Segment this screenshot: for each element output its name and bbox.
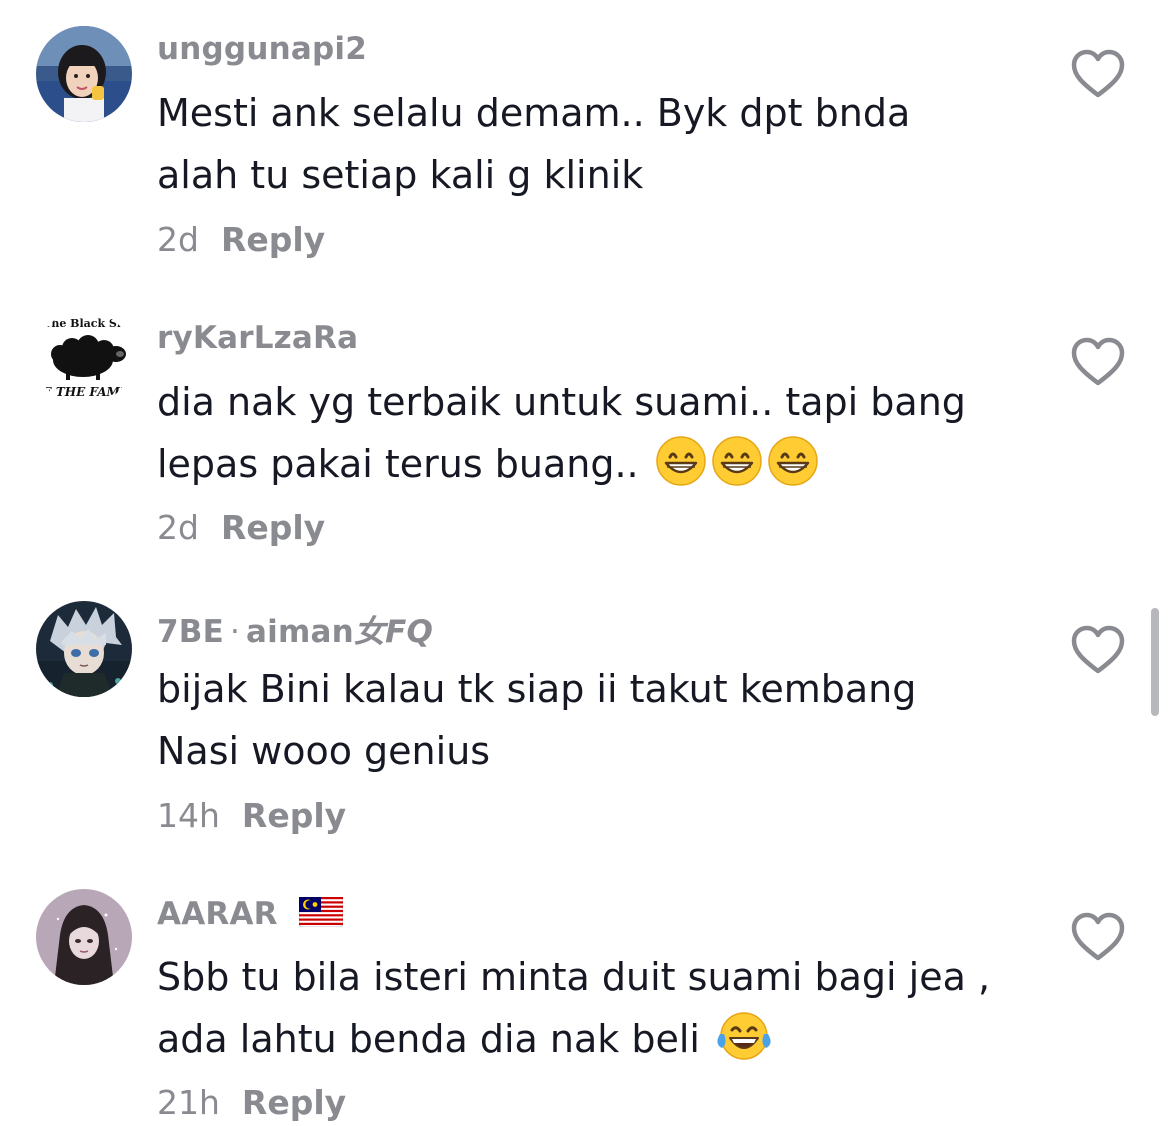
reply-button[interactable]: Reply <box>221 508 325 547</box>
reply-button[interactable]: Reply <box>221 220 325 259</box>
grinning-face-emoji-icon <box>767 435 819 505</box>
heart-outline-icon <box>1071 49 1125 98</box>
username-separator: · <box>229 614 241 650</box>
comment-text-line: dia nak yg terbaik untuk suami.. tapi ba… <box>157 380 966 424</box>
reply-button[interactable]: Reply <box>242 796 346 835</box>
comment-time: 14h <box>157 796 220 835</box>
comment-text: Mesti ank selalu demam.. Byk dpt bnda al… <box>157 82 1037 206</box>
comments-page: unggunapi2 Mesti ank selalu demam.. Byk … <box>0 0 1170 1126</box>
comment-meta: 2d Reply <box>157 220 325 259</box>
comment-text-line-with-emoji: lepas pakai terus buang.. <box>157 433 1037 505</box>
username: AARAR <box>157 896 344 935</box>
malaysia-flag-icon <box>298 896 344 935</box>
username-name[interactable]: AARAR <box>157 896 278 932</box>
avatar[interactable] <box>36 889 132 985</box>
comment-text-line: Sbb tu bila isteri minta duit suami bagi… <box>157 955 991 999</box>
comment-time: 21h <box>157 1083 220 1122</box>
comment-time: 2d <box>157 508 199 547</box>
like-button[interactable] <box>1070 48 1126 100</box>
username-nickname-part: aiman <box>246 614 354 650</box>
black-sheep-logo-avatar-icon: The Black Sh E THE FAMI <box>36 310 132 406</box>
comment-time: 2d <box>157 220 199 259</box>
like-button[interactable] <box>1070 911 1126 963</box>
comment-text-line-with-emoji: ada lahtu benda dia nak beli <box>157 1008 1037 1080</box>
avatar[interactable]: The Black Sh E THE FAMI <box>36 310 132 406</box>
username-nickname-part: 女FQ <box>353 614 434 650</box>
comment-text: Sbb tu bila isteri minta duit suami bagi… <box>157 946 1037 1080</box>
comment-meta: 2d Reply <box>157 508 325 547</box>
avatar[interactable] <box>36 26 132 122</box>
anime-character-avatar-icon <box>36 601 132 697</box>
avatar-logo-text-bottom: E THE FAMI <box>42 385 126 399</box>
comment-text: bijak Bini kalau tk siap ii takut kemban… <box>157 658 1037 782</box>
username: 7BE · aiman女FQ <box>157 606 433 651</box>
avatar-logo-text-top: The Black Sh <box>43 317 125 330</box>
comment-meta: 14h Reply <box>157 796 346 835</box>
username[interactable]: unggunapi2 <box>157 31 367 67</box>
avatar[interactable] <box>36 601 132 697</box>
comment-text-line: Nasi wooo genius <box>157 729 491 773</box>
grinning-face-emoji-icon <box>655 435 707 505</box>
reply-button[interactable]: Reply <box>242 1083 346 1122</box>
comment-text: dia nak yg terbaik untuk suami.. tapi ba… <box>157 371 1037 505</box>
like-button[interactable] <box>1070 336 1126 388</box>
tears-of-joy-emoji-icon <box>716 1010 772 1080</box>
comment-meta: 21h Reply <box>157 1083 346 1122</box>
username[interactable]: ryKarLzaRa <box>157 320 358 356</box>
heart-outline-icon <box>1071 912 1125 961</box>
comment-text-line: Mesti ank selalu demam.. Byk dpt bnda <box>157 91 911 135</box>
girl-photo-avatar-icon <box>36 26 132 122</box>
like-button[interactable] <box>1070 624 1126 676</box>
heart-outline-icon <box>1071 337 1125 386</box>
hooded-girl-drawing-avatar-icon <box>36 889 132 985</box>
heart-outline-icon <box>1071 625 1125 674</box>
scrollbar[interactable] <box>1151 608 1159 716</box>
comment-text-line: ada lahtu benda dia nak beli <box>157 1017 700 1061</box>
username-name[interactable]: 7BE <box>157 614 224 650</box>
grinning-face-emoji-icon <box>711 435 763 505</box>
comment-text-line: bijak Bini kalau tk siap ii takut kemban… <box>157 667 917 711</box>
comment-text-line: alah tu setiap kali g klinik <box>157 153 644 197</box>
comment-text-line: lepas pakai terus buang.. <box>157 442 639 486</box>
